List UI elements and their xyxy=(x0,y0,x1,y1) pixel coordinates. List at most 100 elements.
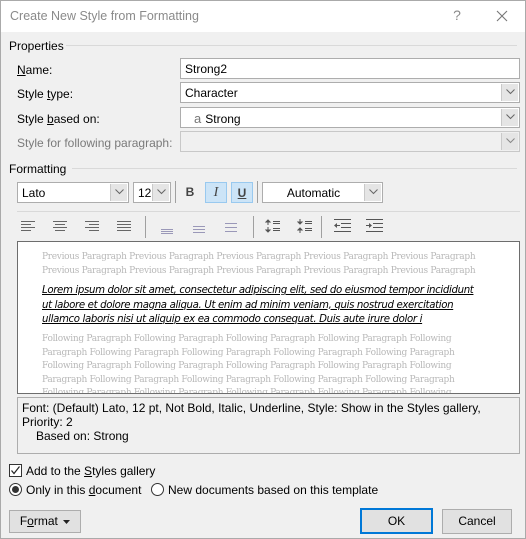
style-following-label: Style for following paragraph: xyxy=(17,136,173,150)
one-half-spacing-icon xyxy=(193,226,205,233)
caret-down-icon xyxy=(63,519,71,524)
style-type-value: Character xyxy=(185,86,238,100)
style-type-select[interactable]: Character xyxy=(180,82,520,103)
justify-icon xyxy=(117,221,131,231)
chevron-down-icon xyxy=(506,114,515,120)
character-style-icon: a xyxy=(194,111,202,126)
new-documents-label[interactable]: New documents based on this template xyxy=(168,483,378,497)
add-to-gallery-checkbox[interactable] xyxy=(9,464,22,477)
single-spacing-button[interactable] xyxy=(161,224,173,238)
font-color-value: Automatic xyxy=(286,186,341,200)
style-based-on-value: Strong xyxy=(205,112,241,126)
formatting-divider xyxy=(72,168,517,169)
style-type-label-post: ype: xyxy=(50,87,74,101)
name-input-value: Strong2 xyxy=(185,62,228,76)
checkmark-icon xyxy=(11,466,20,475)
align-right-button[interactable] xyxy=(85,221,99,235)
font-size-select[interactable]: 12 xyxy=(133,182,171,203)
add-gallery-label-accel: S xyxy=(84,464,93,478)
formatting-section-label: Formatting xyxy=(9,162,67,176)
style-preview: Previous Paragraph Previous Paragraph Pr… xyxy=(17,241,520,394)
help-button[interactable]: ? xyxy=(447,7,467,27)
style-following-select[interactable] xyxy=(180,131,520,152)
decrease-spacing-icon xyxy=(296,219,312,233)
chevron-down-icon xyxy=(506,89,515,95)
style-following-dropdown-button[interactable] xyxy=(501,133,518,150)
properties-section-label: Properties xyxy=(9,39,64,53)
sample-text: Lorem ipsum dolor sit amet, consectetur … xyxy=(42,285,474,325)
format-label-accel: o xyxy=(27,514,34,528)
align-left-button[interactable] xyxy=(21,221,35,235)
decrease-indent-icon xyxy=(334,219,351,232)
format-button[interactable]: Format xyxy=(9,510,81,533)
add-gallery-label-post: tyles gallery xyxy=(92,464,156,478)
style-type-label: Style type: xyxy=(17,87,73,101)
align-right-icon xyxy=(85,221,99,231)
toolbar-separator xyxy=(253,216,254,238)
underline-button[interactable]: U xyxy=(231,182,253,203)
toolbar-separator xyxy=(321,216,322,238)
radio-selected-dot xyxy=(12,486,19,493)
increase-indent-icon xyxy=(366,219,383,232)
description-line-1: Font: (Default) Lato, 12 pt, Not Bold, I… xyxy=(22,401,481,429)
description-line-2: Based on: Strong xyxy=(36,429,129,443)
new-documents-radio[interactable] xyxy=(151,483,164,496)
style-based-on-select[interactable]: a Strong xyxy=(180,107,520,128)
only-in-document-radio[interactable] xyxy=(9,483,22,496)
only-in-document-label[interactable]: Only in this document xyxy=(26,483,141,497)
dialog-title: Create New Style from Formatting xyxy=(10,9,199,23)
previous-paragraph-text: Previous Paragraph Previous Paragraph Pr… xyxy=(42,252,476,276)
create-style-dialog: Create New Style from Formatting ? Prope… xyxy=(0,0,526,539)
increase-spacing-icon xyxy=(264,219,280,233)
close-icon xyxy=(496,10,508,22)
double-spacing-button[interactable] xyxy=(225,222,237,236)
font-value: Lato xyxy=(22,186,46,200)
font-dropdown-button[interactable] xyxy=(110,184,127,201)
align-left-icon xyxy=(21,221,35,231)
based-on-label-accel: b xyxy=(47,112,54,126)
chevron-down-icon xyxy=(157,189,166,195)
name-label: Name: xyxy=(17,63,52,77)
align-center-button[interactable] xyxy=(53,221,67,235)
cancel-button[interactable]: Cancel xyxy=(442,509,512,534)
properties-divider xyxy=(66,45,517,46)
chevron-down-icon xyxy=(369,189,378,195)
format-label-post: rmat xyxy=(33,514,58,528)
font-size-dropdown-button[interactable] xyxy=(152,184,169,201)
decrease-indent-button[interactable] xyxy=(334,219,351,235)
name-label-post: ame: xyxy=(25,63,53,77)
toolbar-divider xyxy=(17,211,520,212)
single-spacing-icon xyxy=(161,229,173,234)
align-center-icon xyxy=(53,221,67,231)
font-select[interactable]: Lato xyxy=(17,182,129,203)
close-button[interactable] xyxy=(491,5,513,27)
style-type-dropdown-button[interactable] xyxy=(501,84,518,101)
toolbar-separator xyxy=(257,181,258,203)
chevron-down-icon xyxy=(506,138,515,144)
following-paragraph-text: Following Paragraph Following Paragraph … xyxy=(42,334,455,394)
increase-indent-button[interactable] xyxy=(366,219,383,235)
bold-button[interactable]: B xyxy=(179,182,201,203)
title-bar: Create New Style from Formatting ? xyxy=(1,1,525,32)
add-to-gallery-label[interactable]: Add to the Styles gallery xyxy=(26,464,155,478)
font-color-dropdown-button[interactable] xyxy=(364,184,381,201)
increase-paragraph-spacing-button[interactable] xyxy=(264,219,281,236)
ok-button[interactable]: OK xyxy=(360,508,433,534)
chevron-down-icon xyxy=(115,189,124,195)
decrease-paragraph-spacing-button[interactable] xyxy=(296,219,313,236)
name-label-accel: N xyxy=(17,63,26,77)
justify-button[interactable] xyxy=(117,221,131,235)
style-type-label-pre: Style xyxy=(17,87,48,101)
based-on-label-post: ased on: xyxy=(53,112,100,126)
only-doc-label-pre: Only in this xyxy=(26,483,89,497)
double-spacing-icon xyxy=(225,223,237,232)
one-half-spacing-button[interactable] xyxy=(193,223,205,237)
toolbar-separator xyxy=(145,216,146,238)
font-color-select[interactable]: Automatic xyxy=(262,182,383,203)
style-based-on-dropdown-button[interactable] xyxy=(501,109,518,126)
style-description: Font: (Default) Lato, 12 pt, Not Bold, I… xyxy=(17,397,520,454)
italic-button[interactable]: I xyxy=(205,182,227,203)
font-size-value: 12 xyxy=(138,186,152,200)
name-input[interactable]: Strong2 xyxy=(180,58,520,79)
toolbar-separator xyxy=(175,181,176,203)
